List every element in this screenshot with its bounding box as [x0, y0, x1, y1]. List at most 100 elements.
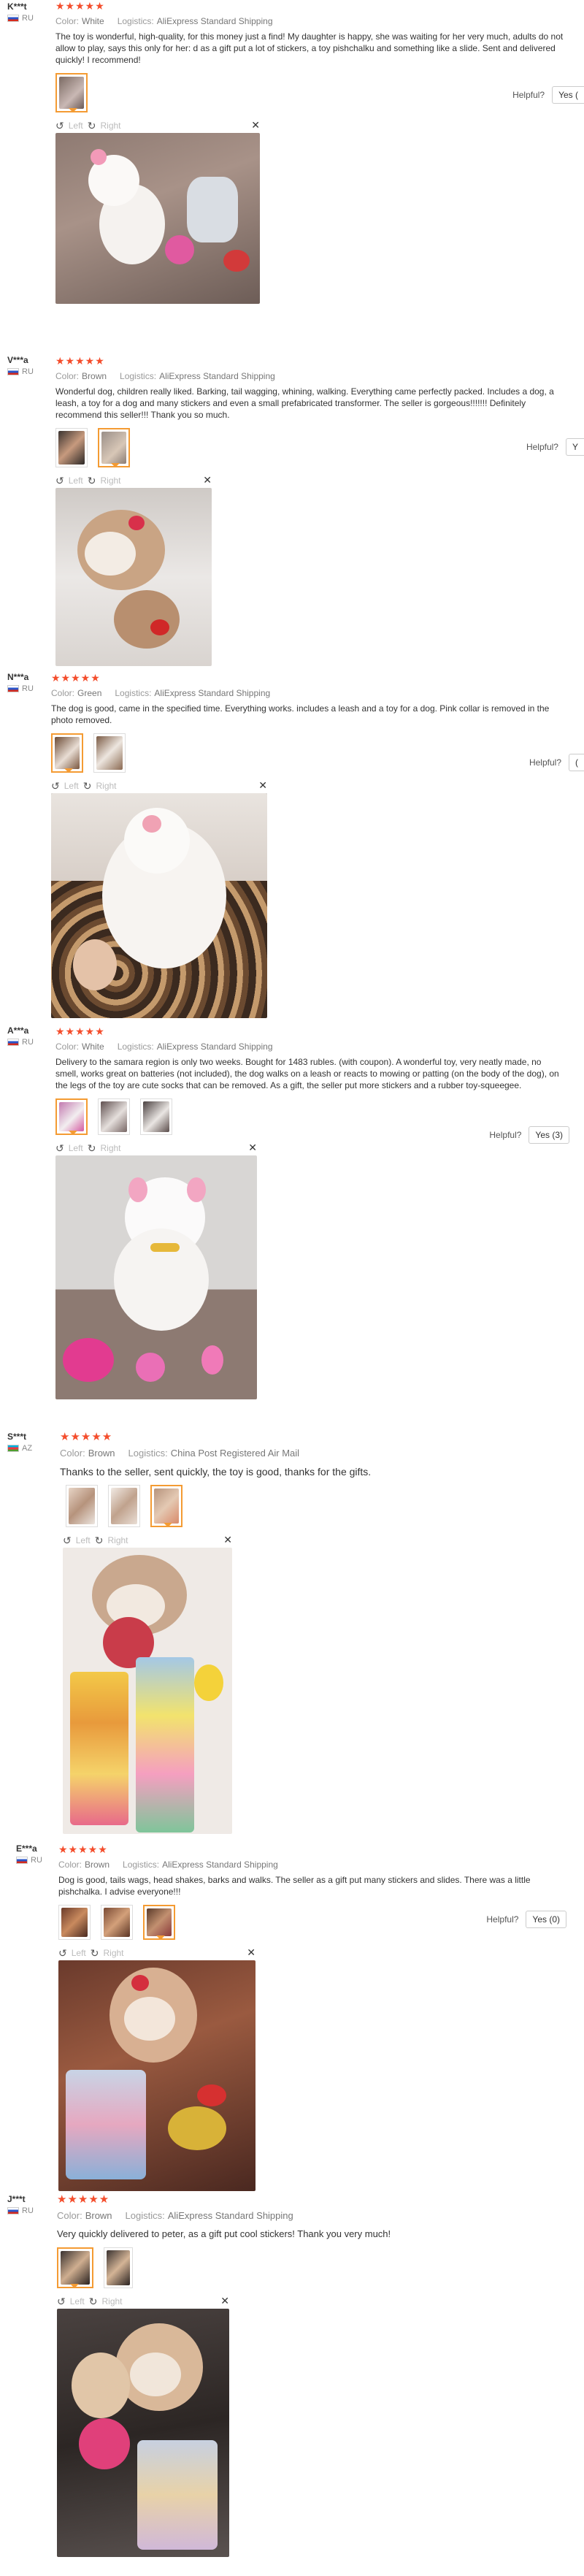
photo-thumbnail[interactable] — [104, 2247, 133, 2288]
review-meta: Color: Brown Logistics: AliExpress Standard… — [58, 1860, 569, 1870]
review-body: ★★★★★ Color: Brown Logistics: AliExpress St… — [58, 1843, 569, 2191]
photo-thumbnail[interactable] — [55, 73, 88, 112]
star-rating: ★★★★★ — [60, 1431, 113, 1443]
photo-thumbnails — [66, 1485, 569, 1527]
rotate-left-icon[interactable]: ↺ — [63, 1534, 72, 1547]
review-text: Wonderful dog, children really liked. Ba… — [55, 386, 554, 420]
photo-thumbnail[interactable] — [55, 428, 88, 467]
photo-thumbnail[interactable] — [57, 2247, 93, 2288]
close-icon[interactable]: ✕ — [258, 779, 267, 792]
reviewer-name: J***t — [7, 2194, 26, 2204]
photo-thumbnail[interactable] — [55, 1098, 88, 1135]
color-label: Color: — [51, 688, 75, 698]
logistics-value: AliExpress Standard Shipping — [162, 1860, 278, 1870]
rotate-left-label[interactable]: Left — [72, 1948, 86, 1958]
review-body: ★★★★★ Color: Brown Logistics: China Post Re… — [60, 1432, 569, 1834]
star-rating: ★★★★★ — [55, 0, 105, 12]
reviewer-info: K***t RU — [7, 1, 51, 23]
photo-thumbnail[interactable] — [66, 1485, 98, 1527]
color-value: Brown — [85, 1860, 110, 1870]
helpful-yes-button[interactable]: Yes (3) — [529, 1126, 569, 1144]
rotate-right-icon[interactable]: ↻ — [88, 475, 96, 487]
viewer-toolbar: ↺ Left ↻ Right ✕ — [55, 1141, 257, 1155]
review-meta: Color: White Logistics: AliExpress Standard… — [55, 16, 569, 26]
rotate-left-icon[interactable]: ↺ — [57, 2296, 66, 2308]
reviewer-info: N***a RU — [7, 672, 51, 693]
star-rating: ★★★★★ — [55, 1025, 105, 1037]
rotate-right-label[interactable]: Right — [100, 121, 120, 131]
photo-thumbnail[interactable] — [98, 1098, 130, 1135]
logistics-value: AliExpress Standard Shipping — [167, 2210, 293, 2221]
color-label: Color: — [55, 371, 80, 381]
rotate-left-label[interactable]: Left — [69, 475, 83, 486]
reviewer-country: RU — [7, 684, 51, 693]
reviewer-country: RU — [7, 2206, 51, 2215]
rotate-right-label[interactable]: Right — [107, 1535, 128, 1545]
photo-viewer: ↺ Left ↻ Right ✕ — [63, 1533, 232, 1834]
color-label: Color: — [55, 1042, 80, 1052]
rotate-right-label[interactable]: Right — [100, 1143, 120, 1153]
photo-thumbnail[interactable] — [51, 733, 83, 773]
photo-thumbnail[interactable] — [108, 1485, 140, 1527]
rotate-left-icon[interactable]: ↺ — [55, 1142, 64, 1155]
rotate-left-label[interactable]: Left — [70, 2296, 85, 2306]
color-value: Green — [77, 688, 102, 698]
photo-thumbnail[interactable] — [143, 1905, 175, 1940]
review-text: The toy is wonderful, high-quality, for … — [55, 31, 564, 65]
rotate-left-icon[interactable]: ↺ — [55, 120, 64, 132]
close-icon[interactable]: ✕ — [220, 2295, 229, 2307]
close-icon[interactable]: ✕ — [248, 1142, 257, 1154]
country-code: RU — [22, 684, 34, 693]
rotate-right-icon[interactable]: ↻ — [88, 1142, 96, 1155]
helpful-label: Helpful? — [512, 90, 545, 100]
logistics-label: Logistics: — [123, 1860, 160, 1870]
rotate-right-label[interactable]: Right — [100, 475, 120, 486]
close-icon[interactable]: ✕ — [247, 1946, 256, 1959]
close-icon[interactable]: ✕ — [251, 119, 260, 131]
photo-thumbnails — [55, 73, 569, 112]
rotate-right-icon[interactable]: ↻ — [83, 780, 92, 792]
photo-thumbnail[interactable] — [93, 733, 126, 773]
rotate-left-icon[interactable]: ↺ — [58, 1947, 67, 1960]
rotate-right-icon[interactable]: ↻ — [89, 2296, 98, 2308]
star-rating: ★★★★★ — [58, 1843, 108, 1855]
rotate-left-label[interactable]: Left — [69, 1143, 83, 1153]
review-body: ★★★★★ Color: Brown Logistics: AliExpress St… — [55, 355, 584, 666]
helpful-yes-button[interactable]: ( — [569, 754, 584, 771]
color-label: Color: — [57, 2210, 82, 2221]
rotate-right-icon[interactable]: ↻ — [95, 1534, 104, 1547]
rotate-left-label[interactable]: Left — [69, 121, 83, 131]
rotate-left-icon[interactable]: ↺ — [55, 475, 64, 487]
review-meta: Color: Brown Logistics: China Post Register… — [60, 1448, 569, 1459]
review-photo — [55, 488, 212, 666]
close-icon[interactable]: ✕ — [223, 1534, 232, 1546]
rotate-left-icon[interactable]: ↺ — [51, 780, 60, 792]
helpful-yes-button[interactable]: Yes (0) — [526, 1911, 566, 1928]
rotate-right-label[interactable]: Right — [103, 1948, 123, 1958]
reviewer-country: AZ — [7, 1444, 51, 1453]
logistics-value: AliExpress Standard Shipping — [156, 16, 273, 26]
photo-thumbnails — [51, 733, 569, 773]
helpful-yes-button[interactable]: Yes ( — [552, 86, 584, 104]
flag-icon — [7, 368, 19, 375]
rotate-right-label[interactable]: Right — [101, 2296, 122, 2306]
rotate-right-icon[interactable]: ↻ — [88, 120, 96, 132]
helpful-yes-button[interactable]: Y — [565, 438, 584, 456]
review-body: ★★★★★ Color: White Logistics: AliExpress St… — [55, 1025, 569, 1399]
photo-thumbnail[interactable] — [98, 428, 130, 467]
close-icon[interactable]: ✕ — [203, 474, 212, 486]
photo-viewer: ↺ Left ↻ Right ✕ — [55, 473, 212, 666]
rotate-right-label[interactable]: Right — [96, 781, 116, 791]
star-rating: ★★★★★ — [55, 355, 105, 367]
photo-thumbnails — [57, 2247, 569, 2288]
rotate-left-label[interactable]: Left — [64, 781, 79, 791]
reviewer-country: RU — [7, 367, 51, 376]
photo-thumbnail[interactable] — [150, 1485, 182, 1527]
photo-thumbnail[interactable] — [58, 1905, 91, 1940]
color-value: White — [82, 1042, 104, 1052]
viewer-toolbar: ↺ Left ↻ Right ✕ — [55, 118, 260, 133]
rotate-right-icon[interactable]: ↻ — [91, 1947, 99, 1960]
rotate-left-label[interactable]: Left — [76, 1535, 91, 1545]
photo-thumbnail[interactable] — [140, 1098, 172, 1135]
photo-thumbnail[interactable] — [101, 1905, 133, 1940]
